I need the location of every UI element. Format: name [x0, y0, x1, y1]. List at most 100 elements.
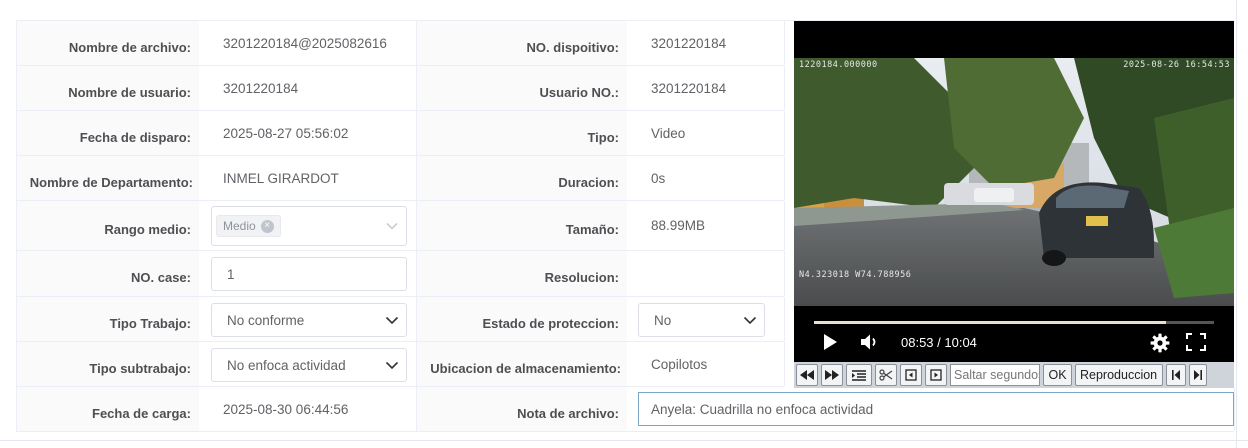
- video-progress-fill: [814, 321, 1166, 324]
- label-cell: Usuario NO.:: [417, 66, 627, 110]
- chevron-down-icon: [378, 316, 406, 325]
- value-cell: Video: [627, 111, 785, 155]
- range-select[interactable]: Medio ×: [211, 206, 407, 246]
- type-value: Video: [651, 125, 686, 141]
- video-frame: [794, 58, 1234, 306]
- settings-icon[interactable]: [1150, 333, 1170, 353]
- label-cell: Nota de archivo:: [417, 387, 627, 431]
- upload-date-label: Fecha de carga:: [92, 405, 191, 421]
- file-name-label: Nombre de archivo:: [68, 39, 191, 55]
- department-value: INMEL GIRARDOT: [223, 170, 339, 186]
- playback-button-label: Reproduccion: [1080, 368, 1158, 382]
- file-note-label: Nota de archivo:: [517, 405, 619, 421]
- label-cell: Estado de proteccion:: [417, 297, 627, 341]
- device-no-label: NO. dispoitivo:: [526, 39, 619, 55]
- trigger-date-label: Fecha de disparo:: [79, 129, 191, 145]
- rewind-icon[interactable]: [796, 364, 818, 386]
- size-value: 88.99MB: [651, 218, 706, 233]
- type-label: Tipo:: [587, 129, 619, 145]
- storage-location-label: Ubicacion de almacenamiento:: [430, 360, 621, 376]
- case-no-label: NO. case:: [131, 270, 191, 285]
- label-cell: Tipo:: [417, 111, 627, 155]
- duration-value: 0s: [651, 170, 666, 186]
- prev-frame-icon[interactable]: [900, 364, 922, 386]
- detail-row: Nombre de archivo: 3201220184@2025082616…: [16, 21, 785, 66]
- value-cell: 2025-08-30 06:44:56: [199, 387, 417, 431]
- storage-location-value: Copilotos: [651, 356, 708, 372]
- detail-row: Fecha de carga: 2025-08-30 06:44:56 Nota…: [16, 387, 1235, 432]
- trigger-date-value: 2025-08-27 05:56:02: [223, 125, 349, 141]
- value-cell: 88.99MB: [627, 201, 785, 250]
- scissors-icon[interactable]: [875, 364, 897, 386]
- value-cell: 3201220184@2025082616: [199, 21, 417, 65]
- skip-start-icon[interactable]: [1166, 364, 1186, 386]
- tag-close-icon[interactable]: ×: [260, 219, 274, 233]
- label-cell: Tipo Trabajo:: [17, 297, 199, 341]
- duration-label: Duracion:: [558, 174, 619, 190]
- page-right-border: [1236, 0, 1237, 448]
- detail-row: Tipo subtrabajo: No enfoca actividad Ubi…: [16, 342, 785, 387]
- resolution-label: Resolucion:: [544, 270, 619, 285]
- size-label: Tamaño:: [565, 222, 619, 237]
- label-cell: Duracion:: [417, 156, 627, 200]
- fast-forward-icon[interactable]: [821, 364, 843, 386]
- range-label: Rango medio:: [104, 222, 191, 237]
- playback-button[interactable]: Reproduccion: [1075, 364, 1163, 386]
- value-cell: Medio ×: [199, 201, 417, 250]
- video-player[interactable]: 1220184.000000 2025-08-26 16:54:53 N4.32…: [794, 21, 1234, 362]
- chevron-down-icon: [378, 361, 406, 370]
- osd-device-id: 1220184.000000: [799, 60, 878, 70]
- volume-icon[interactable]: [860, 333, 880, 351]
- value-cell: No conforme: [199, 297, 417, 341]
- fullscreen-icon[interactable]: [1186, 333, 1206, 351]
- chevron-down-icon: [378, 222, 406, 230]
- case-no-value: 1: [227, 266, 235, 282]
- seek-seconds-input[interactable]: Saltar segundos: [950, 364, 1040, 386]
- subwork-type-label: Tipo subtrabajo:: [89, 360, 191, 376]
- label-cell: Ubicacion de almacenamiento:: [417, 342, 627, 386]
- file-note-value: Anyela: Cuadrilla no enfoca actividad: [651, 401, 874, 417]
- label-cell: Rango medio:: [17, 201, 199, 250]
- play-icon[interactable]: [822, 333, 838, 351]
- label-cell: NO. case:: [17, 251, 199, 296]
- protection-state-select[interactable]: No: [638, 303, 765, 337]
- value-cell: 3201220184: [199, 66, 417, 110]
- value-cell: 3201220184: [627, 66, 785, 110]
- case-no-input[interactable]: 1: [211, 257, 407, 291]
- user-name-label: Nombre de usuario:: [68, 84, 191, 100]
- label-cell: Fecha de carga:: [17, 387, 199, 431]
- detail-row: Nombre de usuario: 3201220184 Usuario NO…: [16, 66, 785, 111]
- osd-datetime: 2025-08-26 16:54:53: [1123, 60, 1230, 70]
- list-icon[interactable]: [846, 364, 872, 386]
- value-cell: Copilotos: [627, 342, 785, 386]
- work-type-select[interactable]: No conforme: [211, 303, 407, 337]
- file-note-input[interactable]: Anyela: Cuadrilla no enfoca actividad: [638, 392, 1234, 426]
- value-cell: No: [627, 297, 785, 341]
- ok-button[interactable]: OK: [1043, 364, 1072, 386]
- subwork-type-select[interactable]: No enfoca actividad: [211, 348, 407, 382]
- value-cell: [627, 251, 785, 296]
- osd-gps: N4.323018 W74.788956: [799, 270, 912, 280]
- range-tag-label: Medio: [223, 219, 256, 233]
- label-cell: Fecha de disparo:: [17, 111, 199, 155]
- value-cell: 1: [199, 251, 417, 296]
- next-frame-icon[interactable]: [925, 364, 947, 386]
- department-label: Nombre de Departamento:: [29, 174, 193, 190]
- chevron-down-icon: [736, 316, 764, 325]
- label-cell: Nombre de Departamento:: [17, 156, 199, 200]
- label-cell: Nombre de archivo:: [17, 21, 199, 65]
- value-cell: No enfoca actividad: [199, 342, 417, 386]
- skip-end-icon[interactable]: [1189, 364, 1207, 386]
- value-cell: 0s: [627, 156, 785, 200]
- protection-state-label: Estado de proteccion:: [482, 315, 619, 331]
- work-type-value: No conforme: [227, 312, 305, 328]
- value-cell: 2025-08-27 05:56:02: [199, 111, 417, 155]
- label-cell: Nombre de usuario:: [17, 66, 199, 110]
- value-cell: INMEL GIRARDOT: [199, 156, 417, 200]
- protection-state-value: No: [654, 312, 672, 328]
- detail-row: Fecha de disparo: 2025-08-27 05:56:02 Ti…: [16, 111, 785, 156]
- time-display: 08:53 / 10:04: [901, 335, 977, 350]
- page-bottom-border: [0, 440, 1248, 441]
- work-type-label: Tipo Trabajo:: [109, 315, 191, 331]
- video-progress-bar[interactable]: [814, 321, 1214, 324]
